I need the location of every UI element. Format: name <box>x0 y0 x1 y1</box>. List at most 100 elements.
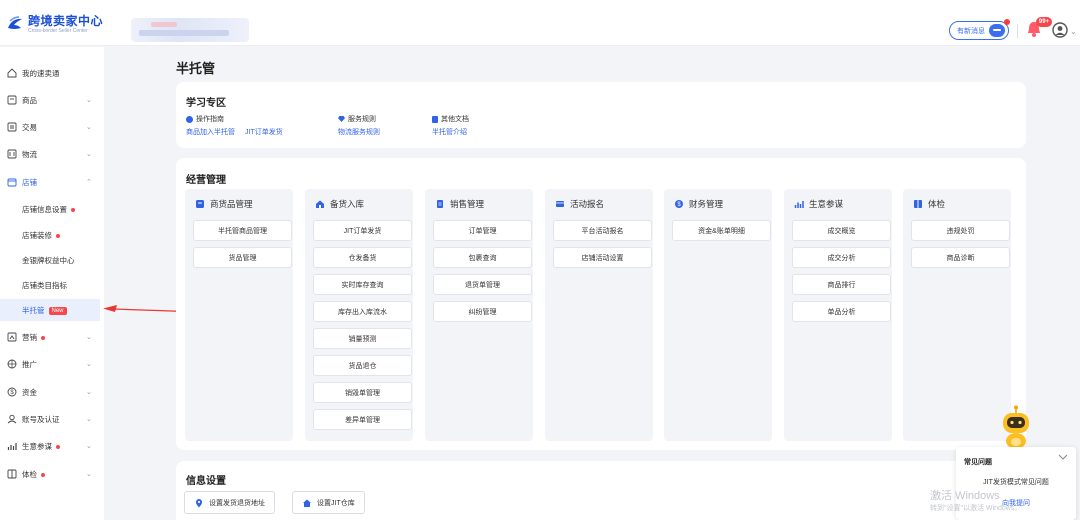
ops-item-button[interactable]: 订单管理 <box>433 220 532 241</box>
shop-selector[interactable] <box>131 18 249 42</box>
sidebar-item-marketing[interactable]: 营销 ⌄ <box>0 325 104 349</box>
page-title: 半托管 <box>176 61 216 76</box>
ops-item-button[interactable]: 货品退仓 <box>313 355 412 376</box>
sidebar-item-label: 店铺 <box>22 177 37 187</box>
sidebar-subitem-medal-center[interactable]: 金银牌权益中心 <box>0 249 100 271</box>
ops-item-button[interactable]: 差异单管理 <box>313 409 412 430</box>
ops-item-button[interactable]: 销毁单管理 <box>313 382 412 403</box>
ops-item-button[interactable]: 资金&账单明细 <box>672 220 771 241</box>
ops-item-button[interactable]: 仓发备货 <box>313 247 412 268</box>
chevron-down-icon: ⌄ <box>86 471 92 478</box>
chevron-down-icon: ⌄ <box>86 389 92 396</box>
ops-item-button[interactable]: 销量预测 <box>313 328 412 349</box>
sidebar-item-money[interactable]: $ 资金 ⌄ <box>0 380 104 404</box>
ops-column-header: 生意参谋 <box>794 198 843 210</box>
sidebar-item-store[interactable]: 店铺 ⌃ <box>0 170 104 194</box>
ops-item-button[interactable]: JIT订单发货 <box>313 220 412 241</box>
ops-item-button[interactable]: 单品分析 <box>792 301 891 322</box>
ops-column-finance: $ 财务管理资金&账单明细 <box>664 189 772 441</box>
rule-icon <box>338 116 345 122</box>
sidebar-subitem-semi-managed[interactable]: 半托管 New <box>0 299 100 321</box>
sidebar-item-label: 店铺信息设置 <box>22 204 67 214</box>
learning-title: 学习专区 <box>186 98 226 109</box>
logo[interactable]: 跨境卖家中心 Cross-border Seller Center <box>6 12 116 36</box>
ops-item-button[interactable]: 商品诊断 <box>911 247 1010 268</box>
info-settings-title: 信息设置 <box>186 476 226 487</box>
sidebar-subitem-category-index[interactable]: 店铺类目指标 <box>0 274 100 296</box>
ops-item-button[interactable]: 货品管理 <box>193 247 292 268</box>
ops-item-button[interactable]: 成交分析 <box>792 247 891 268</box>
sidebar-item-label: 生意参谋 <box>22 441 52 451</box>
sidebar-item-checkup[interactable]: 体检 ⌄ <box>0 462 104 486</box>
sidebar: 我的速卖通 商品 ⌄ 交易 ⌄ 物流 ⌄ 店铺 ⌃ 店铺信息设置 店铺装修 金银… <box>0 47 104 520</box>
ops-item-button[interactable]: 商品排行 <box>792 274 891 295</box>
sidebar-item-label: 账号及认证 <box>22 414 60 424</box>
ops-item-button[interactable]: 半托管商品管理 <box>193 220 292 241</box>
sidebar-item-order[interactable]: 交易 ⌄ <box>0 115 104 139</box>
learn-link[interactable]: 物流服务规则 <box>338 127 380 137</box>
product-icon <box>7 95 17 105</box>
house-icon <box>303 499 311 507</box>
chart-icon <box>794 201 804 208</box>
logo-subtitle: Cross-border Seller Center <box>28 27 88 34</box>
set-address-label: 设置发货退货地址 <box>209 499 265 507</box>
new-tag: New <box>48 306 67 315</box>
promotion-icon <box>7 359 17 369</box>
red-dot-badge <box>71 207 75 212</box>
ops-item-button[interactable]: 实时库存查询 <box>313 274 412 295</box>
sidebar-item-account[interactable]: 账号及认证 ⌄ <box>0 407 104 431</box>
sidebar-item-promotion[interactable]: 推广 ⌄ <box>0 352 104 376</box>
set-address-button[interactable]: 设置发货退货地址 <box>184 491 275 514</box>
sales-icon <box>437 200 443 208</box>
assistant-robot-icon[interactable] <box>996 405 1036 449</box>
user-avatar-icon[interactable] <box>1052 22 1068 38</box>
ops-item-button[interactable]: 平台活动报名 <box>553 220 652 241</box>
chat-icon <box>989 24 1005 37</box>
set-jit-warehouse-button[interactable]: 设置JIT仓库 <box>292 491 365 514</box>
chevron-down-icon: ⌄ <box>86 416 92 423</box>
sidebar-item-home[interactable]: 我的速卖通 <box>0 61 104 85</box>
learn-link[interactable]: JIT订单发货 <box>245 127 283 137</box>
ops-column-title: 活动报名 <box>570 199 605 209</box>
sidebar-item-label: 半托管 <box>22 305 45 315</box>
ops-item-button[interactable]: 成交概览 <box>792 220 891 241</box>
ops-item-button[interactable]: 纠纷管理 <box>433 301 532 322</box>
chevron-down-icon[interactable]: ⌄ <box>1070 27 1077 36</box>
notification-badge: 99+ <box>1036 17 1052 27</box>
money-icon: $ <box>7 387 17 397</box>
learn-link[interactable]: 商品加入半托管 <box>186 127 235 137</box>
sidebar-item-label: 营销 <box>22 332 37 342</box>
ops-column-header: 商货品管理 <box>195 198 253 210</box>
ops-item-button[interactable]: 库存出入库流水 <box>313 301 412 322</box>
warehouse-icon <box>316 200 324 208</box>
sidebar-item-analytics[interactable]: 生意参谋 ⌄ <box>0 434 104 458</box>
activity-icon <box>556 201 564 207</box>
ops-item-button[interactable]: 店铺活动设置 <box>553 247 652 268</box>
sidebar-item-label: 金银牌权益中心 <box>22 255 75 265</box>
faq-question[interactable]: JIT发货模式常见问题 <box>956 477 1076 487</box>
home-icon <box>7 68 17 78</box>
news-button[interactable]: 有新消息 <box>949 19 1010 40</box>
ops-column-title: 销售管理 <box>450 199 485 209</box>
ops-column-health: 体检 违规处罚 商品诊断 <box>903 189 1011 441</box>
sidebar-item-label: 资金 <box>22 387 37 397</box>
sidebar-item-product[interactable]: 商品 ⌄ <box>0 88 104 112</box>
sidebar-item-label: 商品 <box>22 95 37 105</box>
ops-item-button[interactable]: 退货单管理 <box>433 274 532 295</box>
sidebar-subitem-store-decoration[interactable]: 店铺装修 <box>0 224 100 246</box>
ops-column-title: 生意参谋 <box>809 199 844 209</box>
sidebar-item-label: 体检 <box>22 469 37 479</box>
learn-group-guide: 操作指南 商品加入半托管 JIT订单发货 <box>186 114 283 137</box>
sidebar-item-label: 店铺装修 <box>22 230 52 240</box>
chevron-down-icon[interactable] <box>1058 453 1068 461</box>
sidebar-item-logistics[interactable]: 物流 ⌄ <box>0 142 104 166</box>
sidebar-subitem-store-info[interactable]: 店铺信息设置 <box>0 198 100 220</box>
windows-activation-text: 激活 Windows <box>930 490 1000 502</box>
ops-item-button[interactable]: 包裹查询 <box>433 247 532 268</box>
chevron-up-icon: ⌃ <box>86 179 92 186</box>
health-icon <box>914 200 922 208</box>
ops-item-button[interactable]: 违规处罚 <box>911 220 1010 241</box>
learn-link[interactable]: 半托管介绍 <box>432 127 467 137</box>
ops-column-header: $ 财务管理 <box>674 198 723 210</box>
ops-column-warehouse: 备货入库 JIT订单发货 仓发备货 实时库存查询 库存出入库流水 销量预测 货品退仓 销毁单管… <box>305 189 413 441</box>
